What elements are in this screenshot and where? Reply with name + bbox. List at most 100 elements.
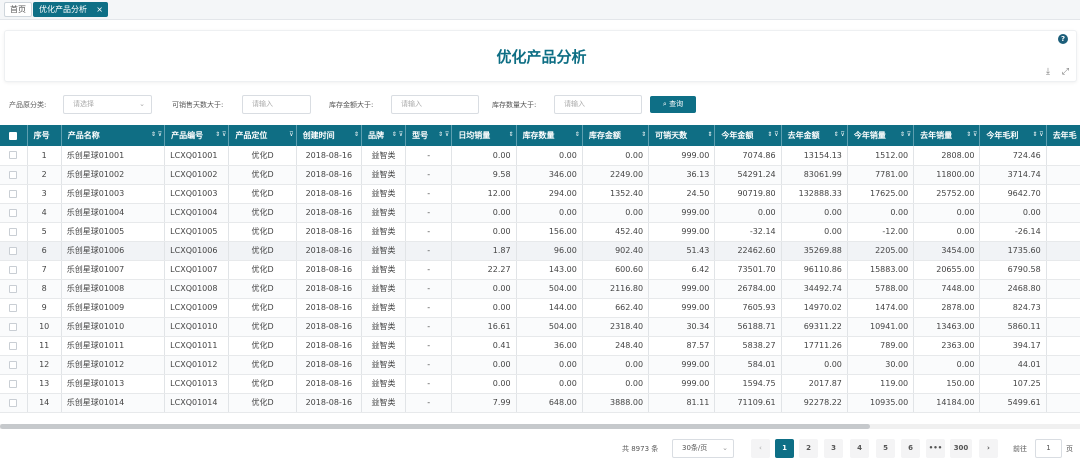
page-button[interactable]: 6: [901, 439, 920, 458]
row-checkbox[interactable]: [0, 203, 28, 223]
column-header[interactable]: 今年金额 ⇕ ⊽: [714, 125, 782, 146]
table-row[interactable]: 8 乐创星球01008 LCXQ01008 优化D 2018-08-16 益智类 -0.00…: [0, 279, 1080, 299]
close-icon[interactable]: ×: [96, 3, 103, 16]
row-checkbox[interactable]: [0, 184, 28, 204]
page-button[interactable]: 4: [850, 439, 869, 458]
next-page-button[interactable]: ›: [979, 439, 998, 458]
column-header[interactable]: 日均销量 ⇕: [451, 125, 517, 146]
table-row[interactable]: 12 乐创星球01012 LCXQ01012 优化D 2018-08-16 益智类 -0.0…: [0, 355, 1080, 375]
select-all-checkbox[interactable]: [0, 125, 28, 146]
column-header[interactable]: 创建时间 ⇕: [296, 125, 362, 146]
sort-filter-icon[interactable]: ⇕ ⊽: [215, 131, 226, 138]
horizontal-scrollbar[interactable]: [0, 424, 1080, 429]
table-row[interactable]: 5 乐创星球01005 LCXQ01005 优化D 2018-08-16 益智类 -0.00…: [0, 222, 1080, 242]
filter-icon[interactable]: ⊽: [289, 131, 293, 138]
sort-icon[interactable]: ⇕: [509, 131, 514, 138]
column-header[interactable]: 产品名称 ⇕ ⊽: [61, 125, 166, 146]
table-row[interactable]: 14 乐创星球01014 LCXQ01014 优化D 2018-08-16 益智类 -7.9…: [0, 393, 1080, 413]
row-checkbox[interactable]: [0, 241, 28, 261]
column-header[interactable]: 产品编号 ⇕ ⊽: [164, 125, 230, 146]
column-header[interactable]: 产品定位 ⊽: [228, 125, 297, 146]
row-checkbox[interactable]: [0, 260, 28, 280]
table-cell: 2: [27, 165, 62, 185]
days-input[interactable]: 请输入: [242, 95, 311, 114]
table-cell: -: [405, 203, 453, 223]
category-select[interactable]: 请选择 ⌄: [63, 95, 152, 114]
row-checkbox[interactable]: [0, 146, 28, 166]
tab-label: 优化产品分析: [39, 5, 87, 14]
sort-filter-icon[interactable]: ⇕ ⊽: [151, 131, 162, 138]
fullscreen-icon[interactable]: ⤢: [1062, 67, 1069, 77]
column-header[interactable]: 今年销量 ⇕ ⊽: [847, 125, 915, 146]
row-checkbox[interactable]: [0, 393, 28, 413]
table-row[interactable]: 10 乐创星球01010 LCXQ01010 优化D 2018-08-16 益智类 -16.…: [0, 317, 1080, 337]
column-header[interactable]: 品牌 ⇕ ⊽: [361, 125, 407, 146]
table-row[interactable]: 3 乐创星球01003 LCXQ01003 优化D 2018-08-16 益智类 -12.0…: [0, 184, 1080, 204]
column-header[interactable]: 去年金额 ⇕ ⊽: [781, 125, 848, 146]
page-button[interactable]: 1: [775, 439, 794, 458]
days-label: 可销售天数大于:: [172, 101, 224, 109]
scrollbar-thumb[interactable]: [0, 424, 870, 429]
table-cell: -: [405, 374, 453, 394]
goto-page-input[interactable]: 1: [1035, 439, 1062, 458]
query-button[interactable]: ⌕ 查询: [650, 96, 696, 113]
sort-filter-icon[interactable]: ⇕ ⊽: [392, 131, 403, 138]
table-cell: 143.00: [516, 260, 583, 280]
row-checkbox[interactable]: [0, 279, 28, 299]
help-icon[interactable]: ?: [1058, 34, 1068, 44]
sort-filter-icon[interactable]: ⇕ ⊽: [834, 131, 845, 138]
prev-page-button[interactable]: ‹: [751, 439, 770, 458]
table-cell: 0.00: [451, 146, 517, 166]
sort-icon[interactable]: ⇕: [575, 131, 580, 138]
column-header[interactable]: 去年销量 ⇕ ⊽: [913, 125, 981, 146]
table-cell: [1046, 374, 1080, 394]
table-cell: 2018-08-16: [296, 165, 362, 185]
column-header[interactable]: 库存数量 ⇕: [516, 125, 583, 146]
amount-input[interactable]: 请输入: [391, 95, 479, 114]
page-button[interactable]: 3: [824, 439, 843, 458]
table-row[interactable]: 6 乐创星球01006 LCXQ01006 优化D 2018-08-16 益智类 -1.87…: [0, 241, 1080, 261]
row-checkbox[interactable]: [0, 222, 28, 242]
table-row[interactable]: 11 乐创星球01011 LCXQ01011 优化D 2018-08-16 益智类 -0.4…: [0, 336, 1080, 356]
row-checkbox[interactable]: [0, 355, 28, 375]
qty-input[interactable]: 请输入: [554, 95, 642, 114]
column-header[interactable]: 今年毛利 ⇕ ⊽: [979, 125, 1047, 146]
column-header[interactable]: 去年毛: [1046, 125, 1080, 146]
table-cell: [1046, 279, 1080, 299]
column-header[interactable]: 序号: [27, 125, 62, 146]
tab-optimized-product-analysis[interactable]: 优化产品分析 ×: [33, 2, 108, 17]
sort-filter-icon[interactable]: ⇕ ⊽: [438, 131, 449, 138]
sort-filter-icon[interactable]: ⇕ ⊽: [1032, 131, 1043, 138]
sort-filter-icon[interactable]: ⇕ ⊽: [900, 131, 911, 138]
row-checkbox[interactable]: [0, 374, 28, 394]
table-row[interactable]: 2 乐创星球01002 LCXQ01002 优化D 2018-08-16 益智类 -9.58…: [0, 165, 1080, 185]
row-checkbox[interactable]: [0, 317, 28, 337]
table-cell: 13: [27, 374, 62, 394]
table-row[interactable]: 1 乐创星球01001 LCXQ01001 优化D 2018-08-16 益智类 -0.00…: [0, 146, 1080, 166]
table-cell: 2018-08-16: [296, 184, 362, 204]
column-header[interactable]: 库存金额 ⇕: [582, 125, 650, 146]
sort-filter-icon[interactable]: ⇕ ⊽: [966, 131, 977, 138]
sort-icon[interactable]: ⇕: [354, 131, 359, 138]
sort-filter-icon[interactable]: ⇕ ⊽: [767, 131, 778, 138]
row-checkbox[interactable]: [0, 298, 28, 318]
download-icon[interactable]: ⤓: [1046, 67, 1050, 77]
table-cell: 10941.00: [847, 317, 915, 337]
more-pages-button[interactable]: •••: [926, 439, 945, 458]
row-checkbox[interactable]: [0, 165, 28, 185]
table-cell: 119.00: [847, 374, 915, 394]
page-button[interactable]: 300: [950, 439, 972, 458]
page-button[interactable]: 5: [876, 439, 895, 458]
sort-icon[interactable]: ⇕: [707, 131, 712, 138]
page-size-select[interactable]: 30条/页 ⌄: [672, 439, 734, 458]
table-row[interactable]: 4 乐创星球01004 LCXQ01004 优化D 2018-08-16 益智类 -0.00…: [0, 203, 1080, 223]
table-row[interactable]: 13 乐创星球01013 LCXQ01013 优化D 2018-08-16 益智类 -0.0…: [0, 374, 1080, 394]
row-checkbox[interactable]: [0, 336, 28, 356]
column-header[interactable]: 可销天数 ⇕: [648, 125, 716, 146]
table-row[interactable]: 9 乐创星球01009 LCXQ01009 优化D 2018-08-16 益智类 -0.00…: [0, 298, 1080, 318]
table-row[interactable]: 7 乐创星球01007 LCXQ01007 优化D 2018-08-16 益智类 -22.2…: [0, 260, 1080, 280]
column-header[interactable]: 型号 ⇕ ⊽: [405, 125, 453, 146]
sort-icon[interactable]: ⇕: [641, 131, 646, 138]
tab-home[interactable]: 首页: [4, 2, 32, 17]
page-button[interactable]: 2: [799, 439, 818, 458]
